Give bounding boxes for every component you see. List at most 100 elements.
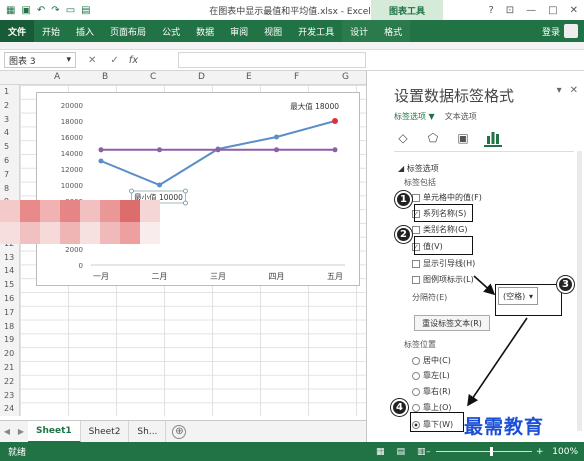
formula-input[interactable]: [178, 52, 366, 68]
radio-left[interactable]: 靠左(L): [412, 370, 450, 381]
name-box[interactable]: 图表 3 ▾: [4, 52, 76, 68]
row-header[interactable]: 2: [4, 101, 9, 110]
chevron-down-icon[interactable]: ▾: [66, 55, 71, 65]
effects-pentagon-icon[interactable]: ⬠: [424, 129, 442, 147]
tab-home[interactable]: 开始: [34, 20, 68, 42]
row-header[interactable]: 5: [4, 142, 9, 151]
row-header[interactable]: 14: [4, 266, 14, 275]
tab-insert[interactable]: 插入: [68, 20, 102, 42]
row-header[interactable]: 22: [4, 377, 14, 386]
label-options-bars-icon[interactable]: [484, 129, 502, 147]
column-header[interactable]: F: [294, 72, 299, 82]
row-header[interactable]: 8: [4, 184, 9, 193]
minimize-button[interactable]: —: [526, 5, 536, 16]
sheet-tab-sheet2[interactable]: Sheet2: [81, 420, 130, 443]
undo-icon[interactable]: ↶: [37, 5, 45, 16]
pane-options-chevron-icon[interactable]: ▾: [557, 85, 562, 96]
row-header[interactable]: 13: [4, 253, 14, 262]
redo-icon[interactable]: ↷: [51, 5, 59, 16]
save-icon[interactable]: ▣: [21, 5, 30, 16]
column-header[interactable]: B: [102, 72, 108, 82]
sheet-tab-sheet3[interactable]: Sh...: [129, 420, 167, 443]
checkbox-box[interactable]: [412, 193, 420, 202]
checkbox-box[interactable]: [412, 275, 420, 284]
tab-design[interactable]: 设计: [342, 20, 377, 42]
data-point: [157, 182, 162, 188]
column-header[interactable]: C: [150, 72, 156, 82]
checkbox-cell-value[interactable]: 单元格中的值(F): [412, 192, 482, 203]
row-header[interactable]: 17: [4, 308, 14, 317]
size-properties-icon[interactable]: ▣: [454, 129, 472, 147]
print-preview-icon[interactable]: ▤: [81, 5, 90, 16]
sheet-tab-sheet1[interactable]: Sheet1: [28, 420, 81, 443]
zoom-slider[interactable]: [436, 451, 532, 452]
checkbox-legend-key[interactable]: 图例项标示(L): [412, 274, 474, 285]
fill-line-icon[interactable]: ◇: [394, 129, 412, 147]
pane-close-icon[interactable]: ✕: [570, 85, 578, 96]
normal-view-icon[interactable]: ▦: [376, 447, 385, 457]
radio-dot[interactable]: [412, 371, 420, 380]
row-header[interactable]: 15: [4, 280, 14, 289]
column-header[interactable]: G: [342, 72, 349, 82]
tab-text-options[interactable]: 文本选项: [445, 111, 477, 122]
row-header[interactable]: 19: [4, 335, 14, 344]
row-header[interactable]: 1: [4, 87, 9, 96]
maximize-button[interactable]: □: [548, 5, 557, 16]
insert-function-icon[interactable]: fx: [129, 55, 138, 66]
page-layout-view-icon[interactable]: ▤: [397, 447, 406, 457]
row-header[interactable]: 21: [4, 363, 14, 372]
radio-right[interactable]: 靠右(R): [412, 386, 451, 397]
sign-in-link[interactable]: 登录: [542, 25, 560, 38]
zoom-level[interactable]: 100%: [552, 447, 578, 457]
row-header[interactable]: 18: [4, 322, 14, 331]
section-label-options[interactable]: ◢ 标签选项: [398, 163, 439, 174]
tab-page-layout[interactable]: 页面布局: [102, 20, 154, 42]
page-break-view-icon[interactable]: ▥: [417, 447, 426, 457]
column-header[interactable]: E: [246, 72, 252, 82]
avatar[interactable]: [564, 24, 578, 38]
zoom-in-button[interactable]: +: [536, 447, 544, 457]
row-header[interactable]: 24: [4, 404, 14, 413]
column-header[interactable]: D: [198, 72, 205, 82]
tab-review[interactable]: 审阅: [222, 20, 256, 42]
radio-dot[interactable]: [412, 387, 420, 396]
confirm-entry-icon[interactable]: ✓: [110, 55, 118, 66]
radio-center[interactable]: 居中(C): [412, 355, 451, 366]
tab-view[interactable]: 视图: [256, 20, 290, 42]
tab-data[interactable]: 数据: [188, 20, 222, 42]
row-header[interactable]: 4: [4, 128, 9, 137]
reset-label-text-button[interactable]: 重设标签文本(R): [414, 315, 490, 331]
line-chart[interactable]: 0200040006000800010000120001400016000180…: [36, 92, 360, 286]
tab-label-options[interactable]: 标签选项 ▼: [394, 111, 435, 122]
checkbox-leader-lines[interactable]: 显示引导线(H): [412, 258, 475, 269]
zoom-slider-thumb[interactable]: [490, 447, 493, 456]
row-header[interactable]: 20: [4, 349, 14, 358]
row-header[interactable]: 6: [4, 156, 9, 165]
next-sheet-icon[interactable]: ▶: [14, 427, 28, 436]
row-header[interactable]: 16: [4, 294, 14, 303]
x-tick-label: 四月: [269, 272, 285, 281]
tab-developer[interactable]: 开发工具: [290, 20, 342, 42]
previous-sheet-icon[interactable]: ◀: [0, 427, 14, 436]
ribbon-display-button[interactable]: ⊡: [506, 5, 514, 16]
radio-dot[interactable]: [412, 403, 420, 412]
radio-dot[interactable]: [412, 356, 420, 365]
tab-file[interactable]: 文件: [0, 20, 35, 42]
row-header[interactable]: 3: [4, 115, 9, 124]
tab-format[interactable]: 格式: [376, 20, 411, 42]
checkbox-box[interactable]: [412, 225, 420, 234]
row-header[interactable]: 23: [4, 391, 14, 400]
row-header[interactable]: 7: [4, 170, 9, 179]
help-button[interactable]: ?: [488, 5, 493, 16]
checkbox-box[interactable]: [412, 259, 420, 268]
section-label-options-text: 标签选项: [406, 164, 439, 173]
checkbox-category-name[interactable]: 类别名称(G): [412, 224, 467, 235]
close-button[interactable]: ✕: [570, 5, 578, 16]
pane-scrollbar[interactable]: [577, 151, 582, 431]
column-header[interactable]: A: [54, 72, 60, 82]
cancel-entry-icon[interactable]: ✕: [88, 55, 96, 66]
zoom-out-button[interactable]: –: [426, 447, 431, 457]
tab-formulas[interactable]: 公式: [154, 20, 188, 42]
add-sheet-button[interactable]: ⊕: [172, 424, 187, 439]
open-folder-icon[interactable]: ▭: [66, 5, 75, 16]
